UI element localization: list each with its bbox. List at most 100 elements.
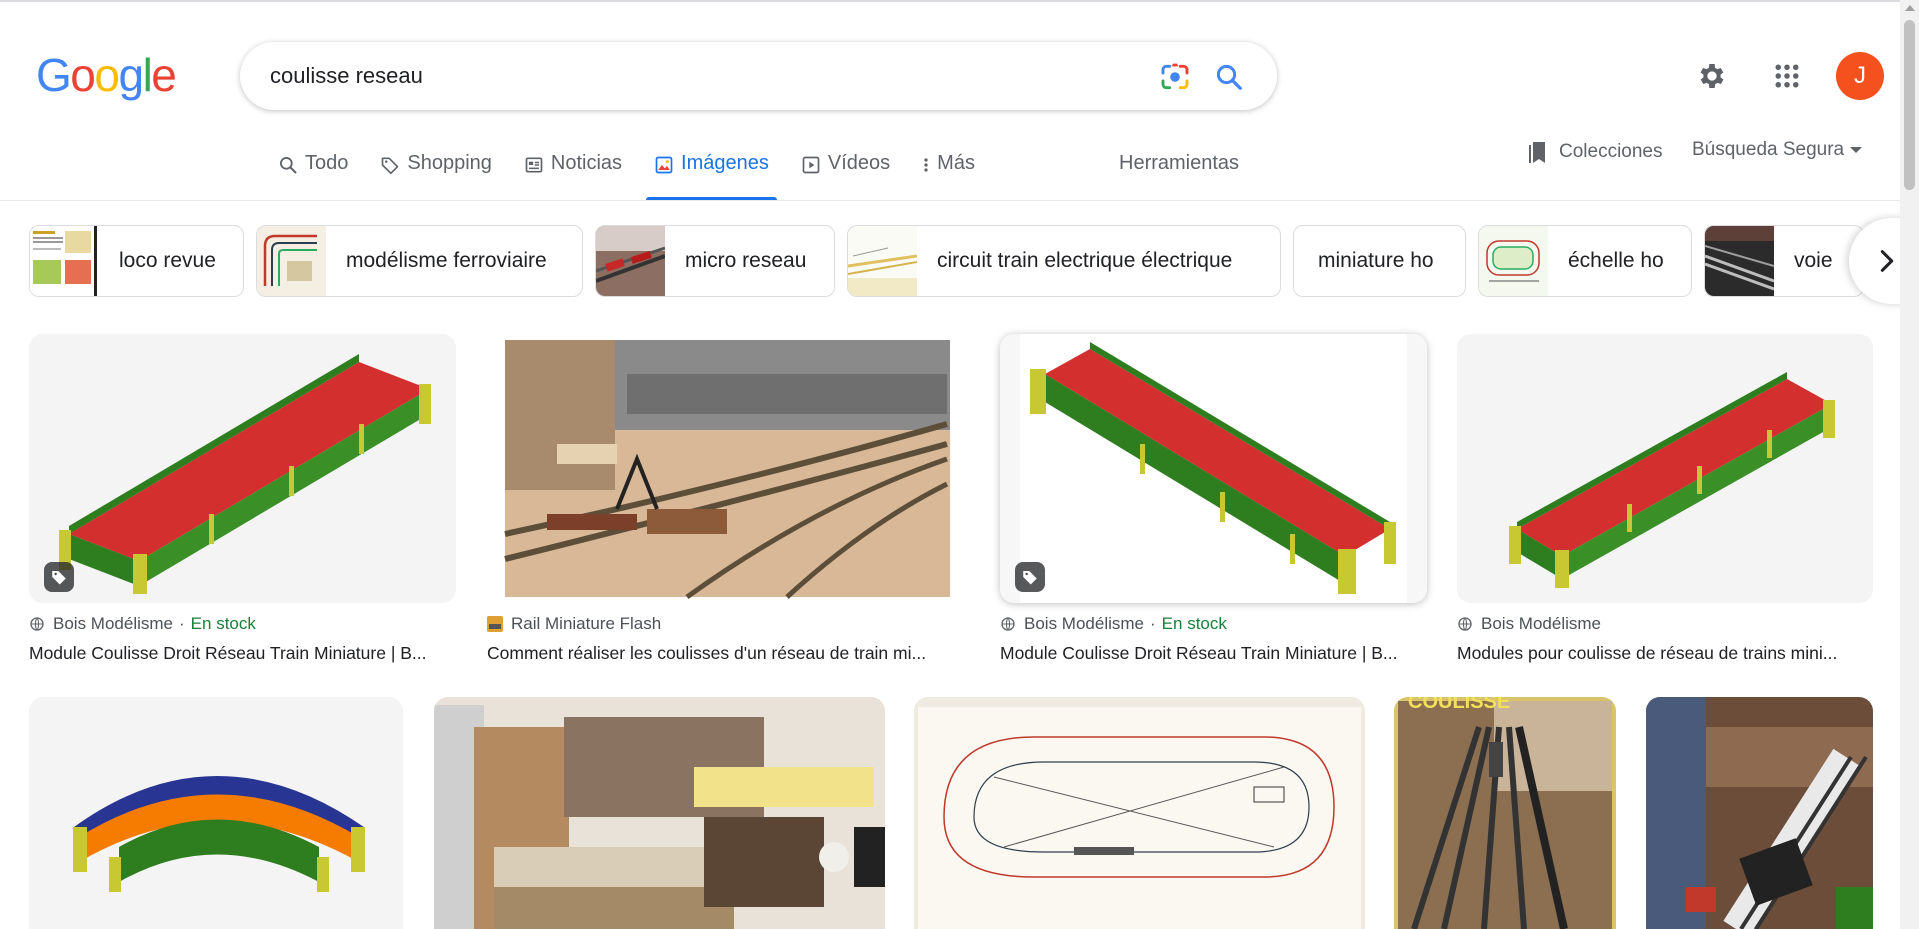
image-result[interactable] [29, 697, 403, 929]
chip-label: voie [1794, 249, 1833, 272]
chip-thumbnail [30, 226, 99, 296]
separator: · [179, 614, 185, 633]
result-title[interactable]: Module Coulisse Droit Réseau Train Minia… [1000, 643, 1427, 664]
tab-label: Shopping [407, 152, 492, 174]
chip-label: miniature ho [1318, 249, 1434, 272]
chip-thumbnail [1705, 226, 1774, 296]
tab-label: Imágenes [681, 152, 769, 174]
chevron-right-icon [1880, 250, 1894, 272]
news-icon [525, 157, 543, 173]
search-icon [1216, 64, 1242, 90]
coulisse-photo [1394, 697, 1616, 929]
settings-button[interactable] [1693, 57, 1731, 95]
tab-todo[interactable]: Todo [270, 152, 356, 200]
image-result[interactable] [914, 697, 1365, 929]
result-source[interactable]: Rail Miniature Flash [487, 614, 661, 634]
chip-label: loco revue [119, 249, 216, 272]
related-chip[interactable]: micro reseau [595, 225, 835, 297]
result-image[interactable] [1000, 334, 1427, 603]
lens-button[interactable] [1157, 59, 1193, 95]
result-source[interactable]: Bois Modélisme · En stock [1000, 614, 1227, 634]
safesearch-label: Búsqueda Segura [1692, 139, 1845, 160]
tab-noticias[interactable]: Noticias [516, 152, 630, 200]
image-result[interactable]: COULISSE [1394, 697, 1616, 929]
avatar[interactable]: J [1836, 52, 1884, 100]
camera-lens-icon [1161, 63, 1189, 90]
related-chip[interactable]: circuit train electrique électrique [847, 225, 1281, 297]
chip-label: modélisme ferroviaire [346, 249, 547, 272]
site-favicon-icon [487, 616, 503, 632]
chip-thumbnail [257, 226, 326, 296]
tab-shopping[interactable]: Shopping [372, 152, 500, 200]
result-image[interactable] [29, 334, 456, 603]
gear-icon [1700, 64, 1724, 88]
logo-letter: l [142, 49, 153, 101]
globe-icon [30, 617, 44, 631]
search-tabs: Todo Shopping Noticias Imágenes Vídeos M… [270, 152, 999, 200]
header-divider [0, 200, 1900, 201]
safesearch-dropdown[interactable]: Búsqueda Segura [1692, 139, 1863, 161]
source-name: Bois Modélisme [1481, 614, 1601, 633]
related-chip[interactable]: voie [1704, 225, 1864, 297]
search-input[interactable] [270, 56, 1130, 96]
search-icon [280, 157, 297, 174]
logo-letter: o [94, 49, 120, 101]
source-name: Bois Modélisme [53, 614, 173, 633]
stock-status: En stock [190, 614, 256, 633]
tab-label: Más [937, 152, 975, 174]
chip-label: circuit train electrique électrique [937, 249, 1233, 272]
scrollbar-thumb[interactable] [1904, 20, 1915, 190]
source-name: Rail Miniature Flash [511, 614, 662, 633]
result-title[interactable]: Module Coulisse Droit Réseau Train Minia… [29, 643, 456, 664]
play-icon [802, 156, 820, 174]
curved-module-image [29, 697, 403, 929]
tab-imagenes[interactable]: Imágenes [646, 152, 777, 200]
scroll-up-arrow-icon[interactable] [1905, 5, 1915, 11]
related-chip[interactable]: modélisme ferroviaire [256, 225, 583, 297]
result-title[interactable]: Modules pour coulisse de réseau de train… [1457, 643, 1873, 664]
tab-label: Todo [305, 152, 349, 174]
result-image[interactable] [487, 334, 970, 603]
logo-letter: G [36, 49, 72, 101]
logo-letter: o [70, 49, 96, 101]
tools-button[interactable]: Herramientas [1119, 152, 1239, 175]
tag-icon [382, 157, 399, 175]
image-result[interactable] [1646, 697, 1873, 929]
page-scrollbar[interactable] [1900, 0, 1919, 929]
tab-mas[interactable]: Más [914, 152, 983, 200]
module-image [1457, 334, 1873, 603]
collections-label: Colecciones [1559, 141, 1663, 162]
chip-label: échelle ho [1568, 249, 1664, 272]
result-source[interactable]: Bois Modélisme [1457, 614, 1601, 634]
collections-button[interactable]: Colecciones [1528, 139, 1663, 165]
result-source[interactable]: Bois Modélisme · En stock [29, 614, 256, 634]
search-box [240, 42, 1277, 110]
chip-thumbnail [596, 226, 665, 296]
stock-status: En stock [1161, 614, 1227, 633]
source-name: Bois Modélisme [1024, 614, 1144, 633]
logo-letter: e [151, 49, 177, 101]
apps-button[interactable] [1768, 57, 1806, 95]
tab-videos[interactable]: Vídeos [793, 152, 898, 200]
tag-icon [52, 571, 66, 585]
google-logo[interactable]: Google [36, 49, 177, 101]
related-chip[interactable]: loco revue [29, 225, 244, 297]
caret-down-icon [1850, 147, 1863, 153]
related-chip[interactable]: miniature ho [1293, 225, 1466, 297]
chip-thumbnail [1479, 226, 1548, 296]
chip-thumbnail [848, 226, 917, 296]
bookmark-collection-icon [1529, 142, 1545, 163]
train-layout-photo [487, 334, 970, 603]
track-plan-drawing [914, 697, 1365, 929]
globe-icon [1458, 617, 1472, 631]
product-tag-badge [44, 562, 74, 592]
chip-label: micro reseau [685, 249, 807, 272]
image-result[interactable] [434, 697, 885, 929]
separator: · [1150, 614, 1156, 633]
result-image[interactable] [1457, 334, 1873, 603]
search-button[interactable] [1211, 59, 1247, 95]
result-title[interactable]: Comment réaliser les coulisses d'un rése… [487, 643, 970, 664]
module-image [29, 334, 456, 603]
more-vert-icon [924, 158, 928, 172]
related-chip[interactable]: échelle ho [1478, 225, 1692, 297]
